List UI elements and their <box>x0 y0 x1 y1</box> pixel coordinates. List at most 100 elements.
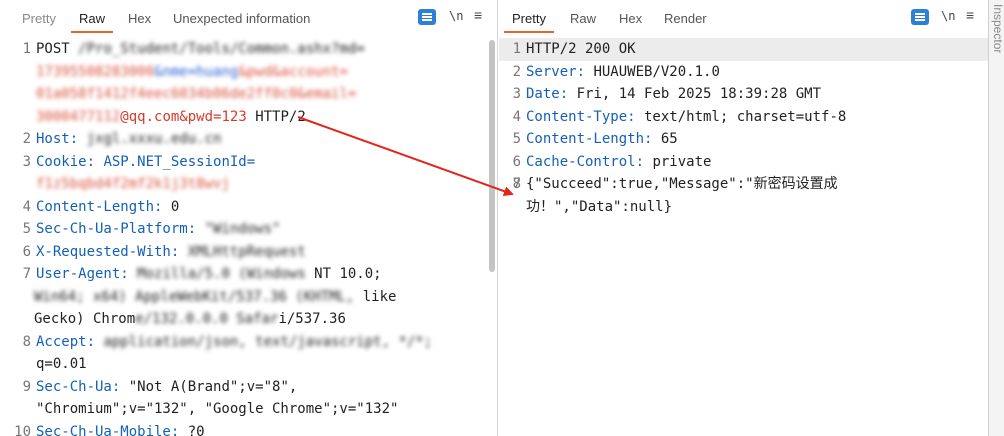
request-line-continuation: f1z5bqbd4f2mf2k1j3t8wvj <box>0 173 497 196</box>
redacted-text: Mozilla/5.0 (Windows <box>137 266 306 282</box>
request-tab-pretty[interactable]: Pretty <box>22 11 56 26</box>
pwd-param-value: 123 <box>221 108 247 125</box>
request-protocol: HTTP/2 <box>246 108 306 125</box>
response-pretty-print-icon[interactable] <box>911 9 929 25</box>
redacted-text: 17395508283000 <box>36 63 155 80</box>
request-pretty-print-icon[interactable] <box>418 9 436 25</box>
response-line: 1 HTTP/2 200 OK <box>499 38 988 61</box>
header-key: Sec-Ch-Ua-Mobile: <box>36 423 180 436</box>
header-value: 0 <box>162 198 180 215</box>
request-line-continuation: 17395508283000&nme=huang&pwd&account= <box>0 61 497 84</box>
request-line-continuation: Win64; x64) AppleWebKit/537.36 (KHTML, l… <box>0 286 497 309</box>
header-key: Server: <box>526 63 586 80</box>
header-key: X-Requested-With: <box>36 243 180 260</box>
request-line: 9 Sec-Ch-Ua: "Not A(Brand";v="8", <box>0 376 497 399</box>
header-value: Fri, 14 Feb 2025 18:39:28 GMT <box>568 86 822 102</box>
request-line: 6 X-Requested-With: XMLHttpRequest <box>0 241 497 264</box>
header-value: like <box>354 288 397 305</box>
header-value: q=0.01 <box>36 356 87 372</box>
inspector-sidebar[interactable]: Inspector <box>988 0 1004 436</box>
request-line: 7 User-Agent: Mozilla/5.0 (Windows NT 10.… <box>0 263 497 286</box>
header-value: private <box>644 153 712 170</box>
header-key: Sec-Ch-Ua-Platform: <box>36 221 197 237</box>
request-newline-toggle[interactable]: \n <box>449 9 463 23</box>
line-number: 1 <box>22 41 31 57</box>
response-line: 5 Content-Length: 65 <box>499 128 988 151</box>
header-key: Accept: <box>36 333 96 350</box>
request-line: 4 Content-Length: 0 <box>0 196 497 219</box>
header-value: ?0 <box>179 423 205 436</box>
response-line: 2 Server: HUAUWEB/V20.1.0 <box>499 61 988 84</box>
request-scrollbar[interactable] <box>489 40 495 272</box>
line-number: 5 <box>512 131 521 147</box>
response-line: 4 Content-Type: text/html; charset=utf-8 <box>499 106 988 129</box>
header-value: i/537.36 <box>278 311 346 327</box>
response-tabbar: Pretty Raw Hex Render \n ≡ <box>499 0 988 38</box>
response-tab-render[interactable]: Render <box>664 11 707 26</box>
header-key: Cookie: <box>36 153 96 170</box>
request-tab-hex[interactable]: Hex <box>128 11 151 26</box>
line-number: 6 <box>22 243 31 260</box>
redacted-text: &pwd&account= <box>238 63 348 80</box>
header-value: ASP.NET_SessionId= <box>95 153 256 170</box>
response-editor[interactable]: 1 HTTP/2 200 OK 2 Server: HUAUWEB/V20.1.0 … <box>499 38 988 218</box>
header-key: Host: <box>36 131 79 147</box>
line-number: 2 <box>22 131 31 147</box>
response-newline-toggle[interactable]: \n <box>941 9 955 23</box>
request-editor[interactable]: 1 POST /Pro_Student/Tools/Common.ashx?md=… <box>0 38 497 436</box>
redacted-text: "Windows" <box>204 221 281 237</box>
redacted-text: &nme=huang <box>154 63 239 80</box>
redacted-text: e/132.0.0.0 Safar <box>135 311 279 327</box>
pwd-param-key: &pwd= <box>179 108 222 125</box>
response-tab-pretty[interactable]: Pretty <box>504 11 554 33</box>
request-tab-raw[interactable]: Raw <box>70 11 114 33</box>
request-line-continuation: Gecko) Chrome/132.0.0.0 Safari/537.36 <box>0 308 497 331</box>
redacted-text: XMLHttpRequest <box>187 243 306 260</box>
request-line: 10 Sec-Ch-Ua-Mobile: ?0 <box>0 421 497 436</box>
redacted-text: f1z5bqbd4f2mf2k1j3t8wvj <box>36 176 230 192</box>
redacted-text: application/json, text/javascript, */*; <box>95 333 433 350</box>
line-number: 8 <box>22 333 31 350</box>
redacted-text: Win64; x64) AppleWebKit/537.36 (KHTML, <box>34 288 355 305</box>
header-value: text/html; charset=utf-8 <box>635 108 847 125</box>
request-tab-unexpected-information[interactable]: Unexpected information <box>173 11 310 26</box>
redacted-text: jxgl.xxxu.edu.cn <box>86 131 222 147</box>
header-key: Content-Length: <box>526 131 653 147</box>
header-value: 65 <box>652 131 678 147</box>
request-line-continuation: 01a058f1412f4eec6034b06de2ff0c0&email= <box>0 83 497 106</box>
line-number: 2 <box>512 63 521 80</box>
line-number: 6 <box>512 153 521 170</box>
response-line: 6 Cache-Control: private <box>499 151 988 174</box>
inspector-label: Inspector <box>991 4 1004 54</box>
line-number: 8 <box>512 176 521 192</box>
header-key: Date: <box>526 86 569 102</box>
header-value: "Not A(Brand";v="8", <box>120 378 298 395</box>
header-value: NT 10.0; <box>305 266 382 282</box>
response-line: 8 {"Succeed":true,"Message":"新密码设置成功！","D… <box>499 173 988 218</box>
request-line: 8 Accept: application/json, text/javascri… <box>0 331 497 354</box>
request-menu-icon[interactable]: ≡ <box>474 7 482 23</box>
line-number: 5 <box>22 221 31 237</box>
response-menu-icon[interactable]: ≡ <box>966 7 974 23</box>
request-line: 3 Cookie: ASP.NET_SessionId= <box>0 151 497 174</box>
request-tabbar: Pretty Raw Hex Unexpected information \n… <box>0 0 497 38</box>
response-line: 3 Date: Fri, 14 Feb 2025 18:39:28 GMT <box>499 83 988 106</box>
request-line-continuation: q=0.01 <box>0 353 497 376</box>
response-tab-hex[interactable]: Hex <box>619 11 642 26</box>
line-number: 9 <box>22 378 31 395</box>
line-number: 4 <box>512 108 521 125</box>
header-key: Cache-Control: <box>526 153 645 170</box>
header-value: Gecko) Chrom <box>34 311 136 327</box>
request-path-redacted: /Pro_Student/Tools/Common.ashx?md= <box>78 41 365 57</box>
request-pane: Pretty Raw Hex Unexpected information \n… <box>0 0 498 436</box>
redacted-text: 01a058f1412f4eec6034b06de2ff0c0&email= <box>36 86 357 102</box>
response-tab-raw[interactable]: Raw <box>570 11 596 26</box>
line-number: 7 <box>22 266 31 282</box>
email-domain: @qq.com <box>120 108 180 125</box>
line-number: 1 <box>512 41 521 57</box>
line-number: 3 <box>512 86 521 102</box>
header-key: Content-Length: <box>36 198 163 215</box>
header-key: Sec-Ch-Ua: <box>36 378 121 395</box>
header-key: Content-Type: <box>526 108 636 125</box>
request-line: 5 Sec-Ch-Ua-Platform: "Windows" <box>0 218 497 241</box>
